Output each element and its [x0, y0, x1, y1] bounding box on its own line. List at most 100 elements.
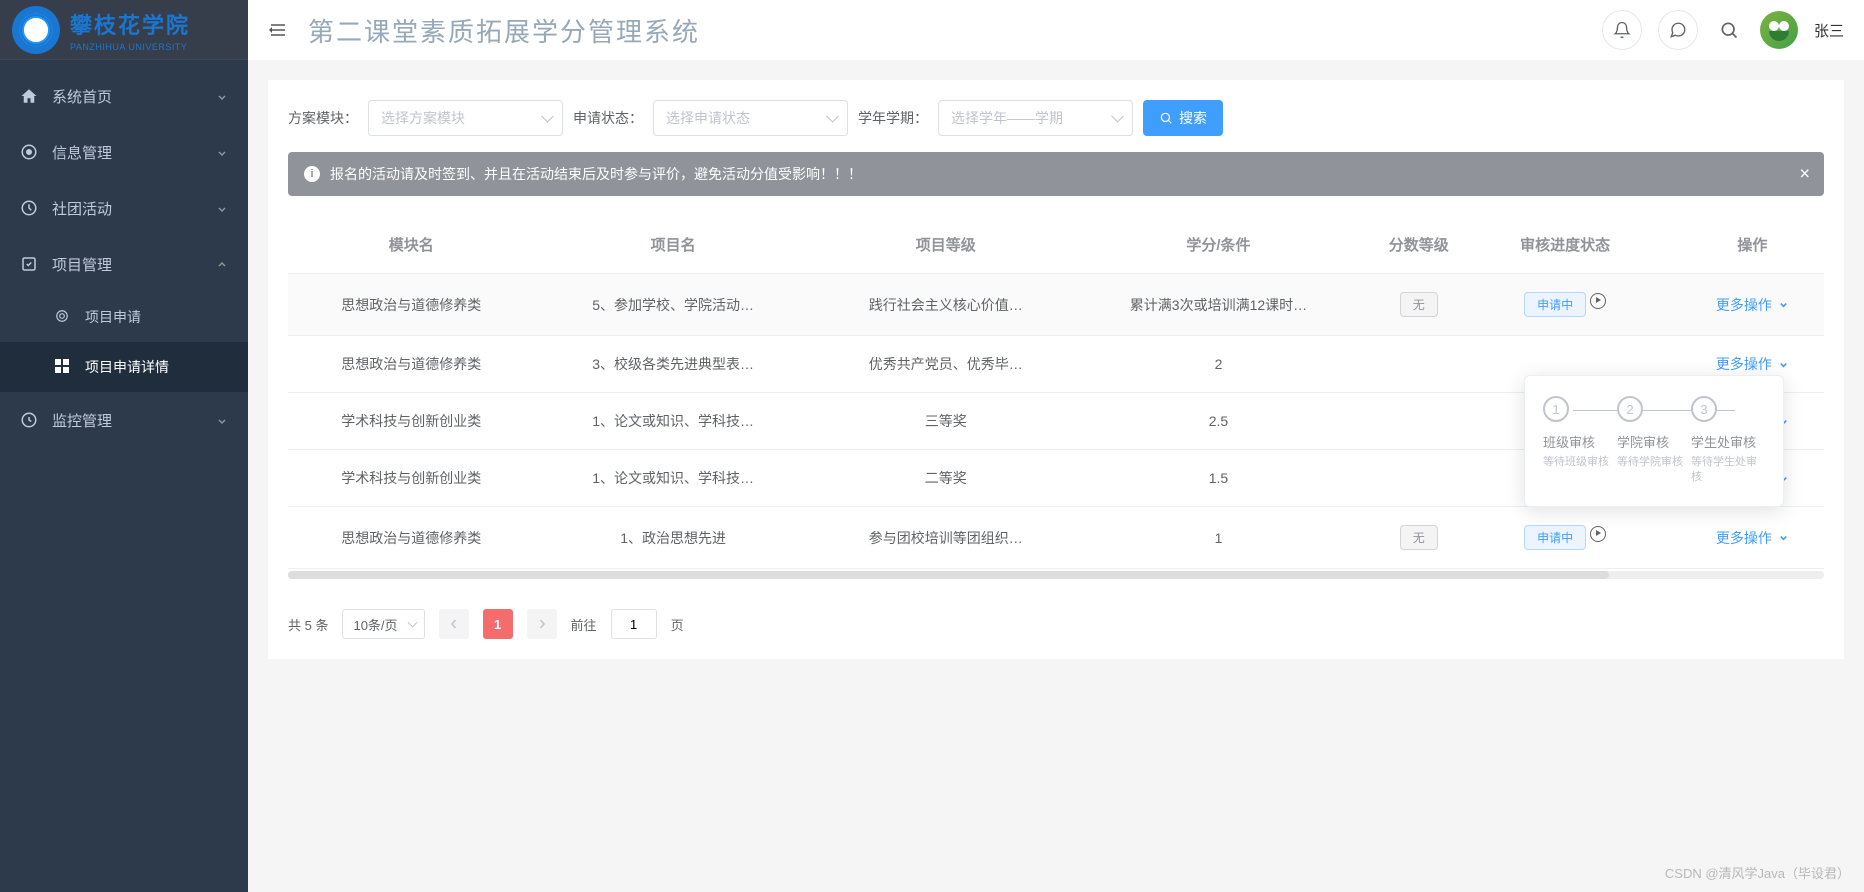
- action-cell: 更多操作: [1681, 274, 1824, 336]
- brand-logo: 攀枝花学院 PANZHIHUA UNIVERSITY: [0, 0, 248, 60]
- chevron-down-icon: [216, 202, 228, 214]
- step-number: 1: [1543, 396, 1569, 422]
- table-cell: 3、校级各类先进典型表…: [534, 336, 811, 393]
- next-page-button[interactable]: [527, 609, 557, 639]
- search-button[interactable]: [1714, 10, 1744, 50]
- filter-module-select[interactable]: 选择方案模块: [368, 100, 563, 136]
- filter-term-select[interactable]: 选择学年——学期: [938, 100, 1133, 136]
- status-cell: 申请中: [1480, 507, 1649, 569]
- step-title: 学院审核: [1617, 432, 1691, 451]
- more-actions-button[interactable]: 更多操作: [1716, 295, 1789, 315]
- page-title: 第二课堂素质拓展学分管理系统: [308, 12, 700, 49]
- step-desc: 等待学生处审核: [1691, 455, 1765, 486]
- chevron-up-icon: [216, 258, 228, 270]
- username: 张三: [1814, 20, 1844, 41]
- nav-item-monitor[interactable]: 监控管理: [0, 392, 248, 448]
- table-header: 分数等级: [1357, 216, 1480, 274]
- brand-sub: PANZHIHUA UNIVERSITY: [70, 42, 190, 52]
- step-title: 班级审核: [1543, 432, 1617, 451]
- home-icon: [20, 87, 38, 105]
- info-icon: i: [304, 166, 320, 182]
- nav-label: 项目管理: [52, 254, 112, 275]
- table-cell: 思想政治与道德修养类: [288, 507, 534, 569]
- score-tag: 无: [1400, 525, 1438, 550]
- table-cell: 2: [1080, 336, 1357, 393]
- message-button[interactable]: [1658, 10, 1698, 50]
- filter-bar: 方案模块： 选择方案模块 申请状态： 选择申请状态 学年学期： 选择学年——学期…: [288, 100, 1824, 136]
- filter-status-label: 申请状态：: [573, 108, 643, 128]
- nav-label: 信息管理: [52, 142, 112, 163]
- chevron-down-icon: [216, 90, 228, 102]
- table-header: 项目名: [534, 216, 811, 274]
- notification-button[interactable]: [1602, 10, 1642, 50]
- info-icon: [20, 143, 38, 161]
- status-cell: 申请中: [1480, 274, 1649, 336]
- table-cell: 5、参加学校、学院活动…: [534, 274, 811, 336]
- search-button-label: 搜索: [1179, 108, 1207, 128]
- table-cell: 思想政治与道德修养类: [288, 336, 534, 393]
- sub-nav-label: 项目申请: [85, 307, 141, 327]
- sidebar-toggle-icon[interactable]: [268, 20, 288, 40]
- table-cell: 1、论文或知识、学科技…: [534, 450, 811, 507]
- more-actions-button[interactable]: 更多操作: [1716, 354, 1789, 374]
- table-header: 模块名: [288, 216, 534, 274]
- table-cell: 参与团校培训等团组织…: [812, 507, 1080, 569]
- step-desc: 等待学院审核: [1617, 455, 1691, 470]
- spacer-cell: [1650, 507, 1681, 569]
- step-desc: 等待班级审核: [1543, 455, 1617, 470]
- table-cell: 学术科技与创新创业类: [288, 450, 534, 507]
- page-size-select[interactable]: 10条/页: [342, 609, 424, 639]
- step-number: 3: [1691, 396, 1717, 422]
- table-cell: 1、政治思想先进: [534, 507, 811, 569]
- sub-nav-item[interactable]: 项目申请详情: [0, 342, 248, 392]
- table-cell: 累计满3次或培训满12课时…: [1080, 274, 1357, 336]
- table-row: 思想政治与道德修养类5、参加学校、学院活动…践行社会主义核心价值…累计满3次或培…: [288, 274, 1824, 336]
- table-cell: 2.5: [1080, 393, 1357, 450]
- more-actions-button[interactable]: 更多操作: [1716, 528, 1789, 548]
- nav-item-home[interactable]: 系统首页: [0, 68, 248, 124]
- action-cell: 更多操作: [1681, 507, 1824, 569]
- play-icon[interactable]: [1590, 293, 1606, 309]
- prev-page-button[interactable]: [439, 609, 469, 639]
- club-icon: [20, 199, 38, 217]
- goto-page-input[interactable]: [611, 609, 657, 639]
- sub-nav-item[interactable]: 项目申请: [0, 292, 248, 342]
- score-tag: 无: [1400, 292, 1438, 317]
- page-number-button[interactable]: 1: [483, 609, 513, 639]
- avatar[interactable]: [1760, 11, 1798, 49]
- chevron-down-icon: [216, 146, 228, 158]
- filter-status-select[interactable]: 选择申请状态: [653, 100, 848, 136]
- table-cell: 思想政治与道德修养类: [288, 274, 534, 336]
- project-icon: [20, 255, 38, 273]
- play-icon[interactable]: [1590, 526, 1606, 542]
- table-header: 操作: [1681, 216, 1824, 274]
- table-header: [1650, 216, 1681, 274]
- alert-close-icon[interactable]: ×: [1799, 164, 1810, 185]
- score-level-cell: 无: [1357, 507, 1480, 569]
- status-tag: 申请中: [1524, 525, 1586, 550]
- table-cell: 1: [1080, 507, 1357, 569]
- alert-text: 报名的活动请及时签到、并且在活动结束后及时参与评价，避免活动分值受影响！！！: [330, 164, 862, 184]
- info-alert: i 报名的活动请及时签到、并且在活动结束后及时参与评价，避免活动分值受影响！！！…: [288, 152, 1824, 196]
- table-cell: 优秀共产党员、优秀毕…: [812, 336, 1080, 393]
- logo-icon: [12, 6, 60, 54]
- nav-item-club[interactable]: 社团活动: [0, 180, 248, 236]
- apply-icon: [55, 309, 71, 325]
- table-cell: 三等奖: [812, 393, 1080, 450]
- header: 第二课堂素质拓展学分管理系统 张三: [248, 0, 1864, 60]
- horizontal-scrollbar[interactable]: [288, 571, 1824, 579]
- nav-item-project[interactable]: 项目管理: [0, 236, 248, 292]
- spacer-cell: [1650, 274, 1681, 336]
- pagination: 共 5 条 10条/页 1 前往 页: [288, 609, 1824, 639]
- goto-suffix: 页: [671, 615, 684, 634]
- score-level-cell: [1357, 393, 1480, 450]
- chevron-down-icon: [216, 414, 228, 426]
- progress-popover: 1班级审核等待班级审核2学院审核等待学院审核3学生处审核等待学生处审核: [1524, 375, 1784, 507]
- search-button[interactable]: 搜索: [1143, 100, 1223, 136]
- table-cell: 1.5: [1080, 450, 1357, 507]
- nav-label: 社团活动: [52, 198, 112, 219]
- table-cell: 践行社会主义核心价值…: [812, 274, 1080, 336]
- nav-item-info[interactable]: 信息管理: [0, 124, 248, 180]
- table-cell: 1、论文或知识、学科技…: [534, 393, 811, 450]
- pagination-total: 共 5 条: [288, 615, 328, 634]
